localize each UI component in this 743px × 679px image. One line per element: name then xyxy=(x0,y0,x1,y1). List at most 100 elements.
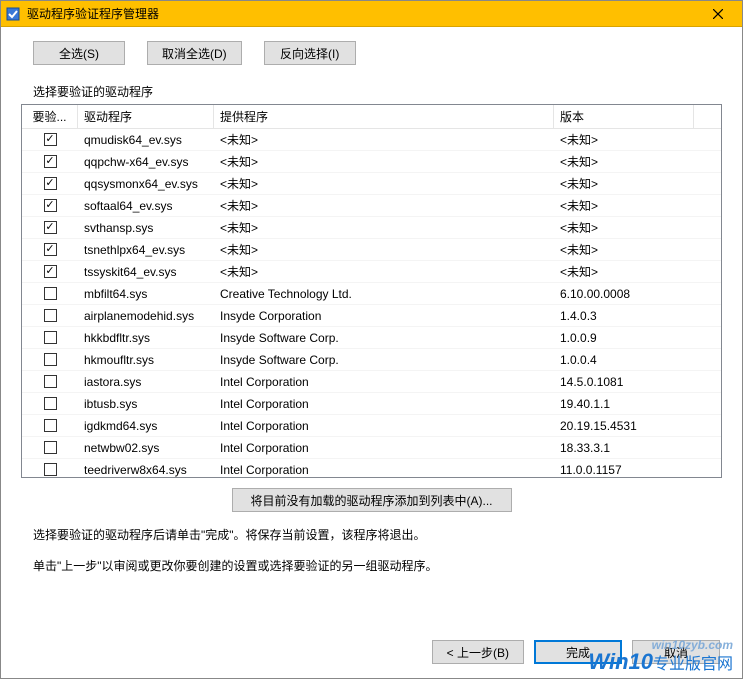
cell-version: <未知> xyxy=(554,129,694,150)
cell-provider: Intel Corporation xyxy=(214,393,554,414)
cell-provider: <未知> xyxy=(214,173,554,194)
table-row[interactable]: iastora.sysIntel Corporation14.5.0.1081 xyxy=(22,371,721,393)
cell-version: 14.5.0.1081 xyxy=(554,371,694,392)
cell-verify xyxy=(22,349,78,370)
hint-text-1: 选择要验证的驱动程序后请单击"完成"。将保存当前设置，该程序将退出。 xyxy=(33,526,722,543)
cell-provider: Insyde Software Corp. xyxy=(214,349,554,370)
cell-provider: <未知> xyxy=(214,239,554,260)
table-row[interactable]: mbfilt64.sysCreative Technology Ltd.6.10… xyxy=(22,283,721,305)
content-area: 全选(S) 取消全选(D) 反向选择(I) 选择要验证的驱动程序 要验... 驱… xyxy=(1,27,742,678)
table-row[interactable]: tsnethlpx64_ev.sys<未知><未知> xyxy=(22,239,721,261)
cell-driver: softaal64_ev.sys xyxy=(78,195,214,216)
table-row[interactable]: ibtusb.sysIntel Corporation19.40.1.1 xyxy=(22,393,721,415)
cell-provider: <未知> xyxy=(214,151,554,172)
table-row[interactable]: igdkmd64.sysIntel Corporation20.19.15.45… xyxy=(22,415,721,437)
back-button[interactable]: < 上一步(B) xyxy=(432,640,524,664)
cell-provider: Intel Corporation xyxy=(214,437,554,458)
cell-verify xyxy=(22,239,78,260)
cell-version: <未知> xyxy=(554,239,694,260)
close-button[interactable] xyxy=(698,1,738,27)
cell-version: <未知> xyxy=(554,151,694,172)
header-provider[interactable]: 提供程序 xyxy=(214,105,554,128)
verify-checkbox[interactable] xyxy=(44,375,57,388)
table-row[interactable]: qmudisk64_ev.sys<未知><未知> xyxy=(22,129,721,151)
cell-verify xyxy=(22,371,78,392)
select-all-button[interactable]: 全选(S) xyxy=(33,41,125,65)
verify-checkbox[interactable] xyxy=(44,397,57,410)
cell-version: 20.19.15.4531 xyxy=(554,415,694,436)
cell-version: <未知> xyxy=(554,261,694,282)
driver-list: 要验... 驱动程序 提供程序 版本 qmudisk64_ev.sys<未知><… xyxy=(21,104,722,478)
verify-checkbox[interactable] xyxy=(44,243,57,256)
cell-provider: Intel Corporation xyxy=(214,371,554,392)
verify-checkbox[interactable] xyxy=(44,265,57,278)
cell-verify xyxy=(22,305,78,326)
table-row[interactable]: softaal64_ev.sys<未知><未知> xyxy=(22,195,721,217)
cell-driver: hkkbdfltr.sys xyxy=(78,327,214,348)
table-row[interactable]: hkkbdfltr.sysInsyde Software Corp.1.0.0.… xyxy=(22,327,721,349)
table-row[interactable]: teedriverw8x64.sysIntel Corporation11.0.… xyxy=(22,459,721,477)
header-verify[interactable]: 要验... xyxy=(22,105,78,128)
cell-driver: iastora.sys xyxy=(78,371,214,392)
cell-verify xyxy=(22,151,78,172)
cell-driver: teedriverw8x64.sys xyxy=(78,459,214,477)
finish-button[interactable]: 完成 xyxy=(534,640,622,664)
wizard-footer: < 上一步(B) 完成 取消 xyxy=(21,640,722,664)
cell-provider: <未知> xyxy=(214,195,554,216)
cell-verify xyxy=(22,437,78,458)
cell-driver: igdkmd64.sys xyxy=(78,415,214,436)
cell-driver: netwbw02.sys xyxy=(78,437,214,458)
verify-checkbox[interactable] xyxy=(44,133,57,146)
cell-verify xyxy=(22,217,78,238)
table-row[interactable]: netwbw02.sysIntel Corporation18.33.3.1 xyxy=(22,437,721,459)
cell-verify xyxy=(22,129,78,150)
cell-version: 6.10.00.0008 xyxy=(554,283,694,304)
table-row[interactable]: svthansp.sys<未知><未知> xyxy=(22,217,721,239)
verify-checkbox[interactable] xyxy=(44,331,57,344)
section-label: 选择要验证的驱动程序 xyxy=(33,83,722,100)
verify-checkbox[interactable] xyxy=(44,419,57,432)
table-row[interactable]: qqsysmonx64_ev.sys<未知><未知> xyxy=(22,173,721,195)
cell-driver: mbfilt64.sys xyxy=(78,283,214,304)
list-body[interactable]: qmudisk64_ev.sys<未知><未知>qqpchw-x64_ev.sy… xyxy=(22,129,721,477)
verify-checkbox[interactable] xyxy=(44,221,57,234)
hint-text-2: 单击"上一步"以审阅或更改你要创建的设置或选择要验证的另一组驱动程序。 xyxy=(33,557,722,574)
verify-checkbox[interactable] xyxy=(44,353,57,366)
cell-version: <未知> xyxy=(554,195,694,216)
cell-version: 19.40.1.1 xyxy=(554,393,694,414)
close-icon xyxy=(713,9,723,19)
cancel-button[interactable]: 取消 xyxy=(632,640,720,664)
invert-selection-button[interactable]: 反向选择(I) xyxy=(264,41,356,65)
titlebar: 驱动程序验证程序管理器 xyxy=(1,1,742,27)
header-driver[interactable]: 驱动程序 xyxy=(78,105,214,128)
table-row[interactable]: qqpchw-x64_ev.sys<未知><未知> xyxy=(22,151,721,173)
verify-checkbox[interactable] xyxy=(44,177,57,190)
cell-provider: Insyde Corporation xyxy=(214,305,554,326)
cell-provider: Insyde Software Corp. xyxy=(214,327,554,348)
cell-driver: tssyskit64_ev.sys xyxy=(78,261,214,282)
cell-version: 1.0.0.9 xyxy=(554,327,694,348)
table-row[interactable]: airplanemodehid.sysInsyde Corporation1.4… xyxy=(22,305,721,327)
cell-verify xyxy=(22,261,78,282)
cell-version: 11.0.0.1157 xyxy=(554,459,694,477)
deselect-all-button[interactable]: 取消全选(D) xyxy=(147,41,242,65)
cell-verify xyxy=(22,173,78,194)
cell-version: 1.0.0.4 xyxy=(554,349,694,370)
cell-verify xyxy=(22,195,78,216)
cell-driver: qqsysmonx64_ev.sys xyxy=(78,173,214,194)
verify-checkbox[interactable] xyxy=(44,309,57,322)
table-row[interactable]: tssyskit64_ev.sys<未知><未知> xyxy=(22,261,721,283)
window-title: 驱动程序验证程序管理器 xyxy=(27,5,698,22)
verify-checkbox[interactable] xyxy=(44,287,57,300)
window: 驱动程序验证程序管理器 全选(S) 取消全选(D) 反向选择(I) 选择要验证的… xyxy=(0,0,743,679)
cell-version: <未知> xyxy=(554,217,694,238)
verify-checkbox[interactable] xyxy=(44,441,57,454)
cell-verify xyxy=(22,327,78,348)
header-version[interactable]: 版本 xyxy=(554,105,694,128)
verify-checkbox[interactable] xyxy=(44,155,57,168)
add-not-loaded-button[interactable]: 将目前没有加载的驱动程序添加到列表中(A)... xyxy=(232,488,512,512)
table-row[interactable]: hkmoufltr.sysInsyde Software Corp.1.0.0.… xyxy=(22,349,721,371)
verify-checkbox[interactable] xyxy=(44,199,57,212)
cell-verify xyxy=(22,459,78,477)
verify-checkbox[interactable] xyxy=(44,463,57,476)
